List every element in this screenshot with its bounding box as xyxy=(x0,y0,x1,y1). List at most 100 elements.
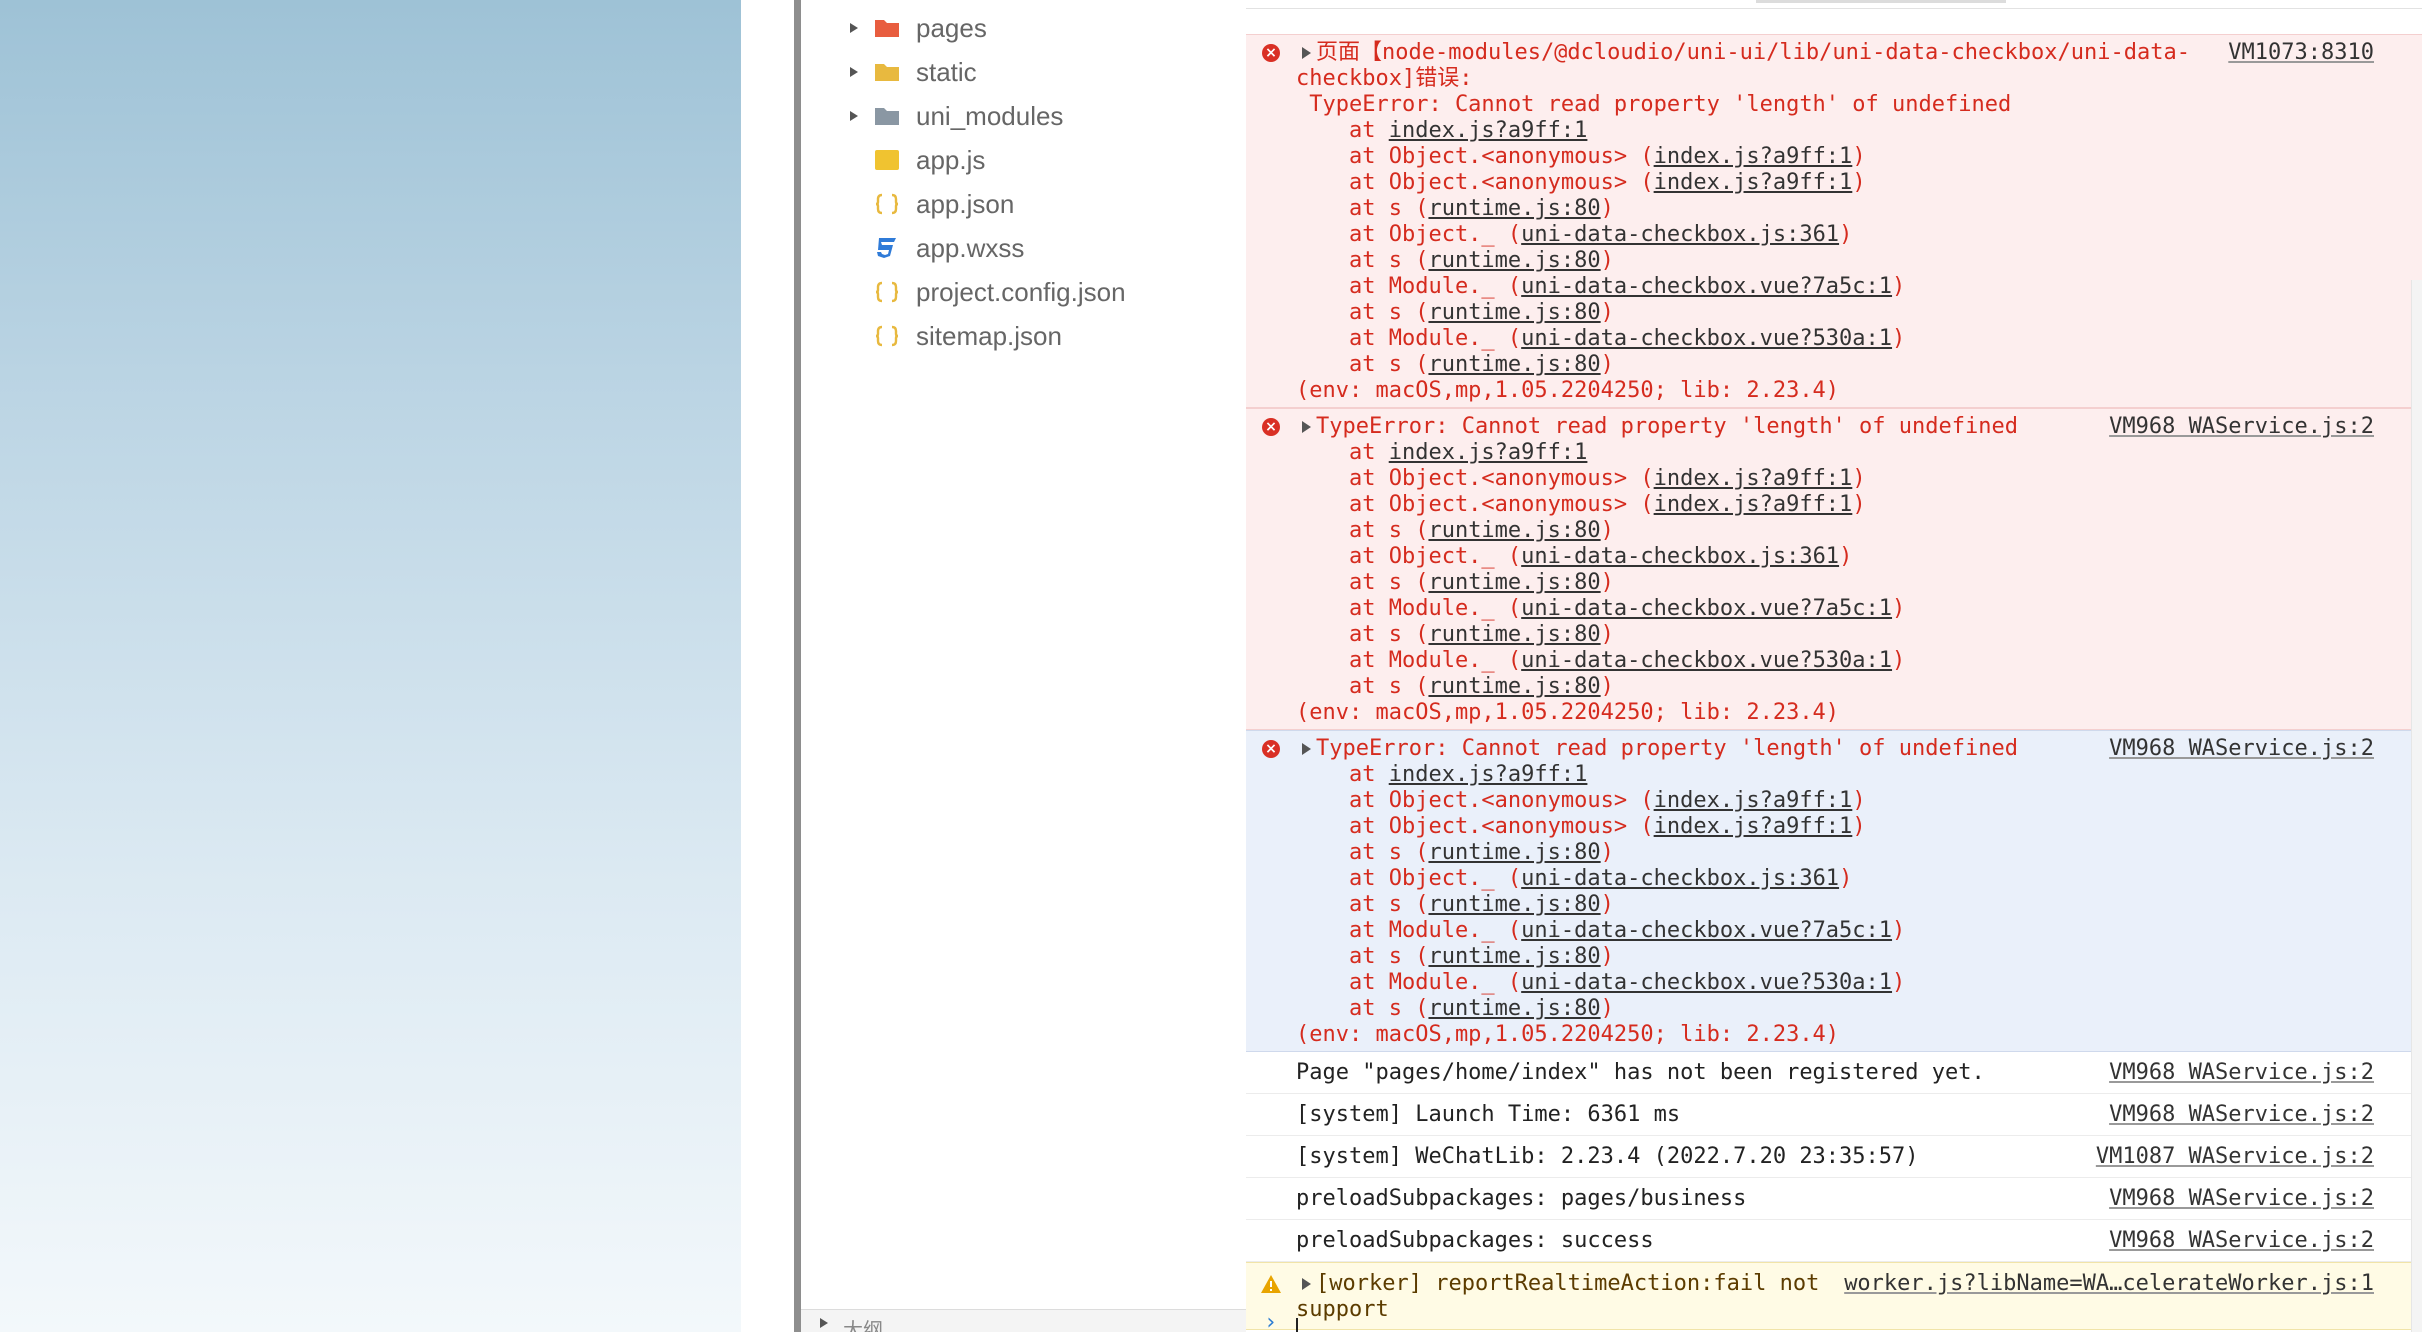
console-line: checkbox]错误: xyxy=(1296,66,1473,91)
chevron-right-icon[interactable] xyxy=(847,21,861,35)
console-line: at index.js?a9ff:1 xyxy=(1296,118,1588,143)
source-link[interactable]: VM1073:8310 xyxy=(2228,40,2374,66)
stack-frame-link[interactable]: runtime.js:80 xyxy=(1428,622,1600,647)
resize-handle[interactable] xyxy=(1756,0,2006,3)
console-line: at s (runtime.js:80) xyxy=(1296,996,1614,1021)
console-line: TypeError: Cannot read property 'length'… xyxy=(1316,414,2018,439)
folder-icon xyxy=(873,58,901,86)
console-error-message[interactable]: × TypeError: Cannot read property 'length… xyxy=(1246,408,2422,730)
tree-item-app-wxss[interactable]: app.wxss xyxy=(801,226,1246,270)
simulator-preview[interactable] xyxy=(0,0,741,1332)
console-log-message[interactable]: preloadSubpackages: pages/business VM968 … xyxy=(1246,1178,2422,1220)
source-link[interactable]: VM1087 WAService.js:2 xyxy=(2096,1144,2374,1170)
console-error-message[interactable]: × 页面【node-modules/@dcloudio/uni-ui/lib/un… xyxy=(1246,34,2422,408)
source-link[interactable]: worker.js?libName=WA…celerateWorker.js:1 xyxy=(1844,1271,2374,1297)
source-link[interactable]: VM968 WAService.js:2 xyxy=(2109,1060,2374,1086)
stack-frame-link[interactable]: index.js?a9ff:1 xyxy=(1389,762,1588,787)
error-icon: × xyxy=(1262,740,1280,758)
stack-frame-link[interactable]: index.js?a9ff:1 xyxy=(1654,144,1853,169)
stack-frame-link[interactable]: uni-data-checkbox.vue?7a5c:1 xyxy=(1521,274,1892,299)
console-line: at Object._ (uni-data-checkbox.js:361) xyxy=(1296,544,1853,569)
console-line: at s (runtime.js:80) xyxy=(1296,352,1614,377)
tree-item-label: project.config.json xyxy=(916,276,1126,307)
console-panel: × 页面【node-modules/@dcloudio/uni-ui/lib/un… xyxy=(1246,0,2422,1332)
console-log-message[interactable]: Page "pages/home/index" has not been reg… xyxy=(1246,1052,2422,1094)
source-link[interactable]: VM968 WAService.js:2 xyxy=(2109,414,2374,440)
source-link[interactable]: VM968 WAService.js:2 xyxy=(2109,1102,2374,1128)
console-log-message[interactable]: [system] Launch Time: 6361 ms VM968 WASer… xyxy=(1246,1094,2422,1136)
stack-frame-link[interactable]: index.js?a9ff:1 xyxy=(1654,814,1853,839)
console-line: (env: macOS,mp,1.05.2204250; lib: 2.23.4… xyxy=(1296,378,1840,403)
stack-frame-link[interactable]: runtime.js:80 xyxy=(1428,248,1600,273)
console-log-message[interactable]: [system] WeChatLib: 2.23.4 (2022.7.20 23… xyxy=(1246,1136,2422,1178)
stack-frame-link[interactable]: runtime.js:80 xyxy=(1428,892,1600,917)
chevron-right-icon[interactable] xyxy=(847,65,861,79)
console-line: at s (runtime.js:80) xyxy=(1296,518,1614,543)
tree-item-label: pages xyxy=(916,12,987,43)
text-caret xyxy=(1296,1318,1298,1332)
stack-frame-link[interactable]: index.js?a9ff:1 xyxy=(1654,788,1853,813)
tree-item-pages[interactable]: pages xyxy=(801,6,1246,50)
console-line: at s (runtime.js:80) xyxy=(1296,674,1614,699)
console-line: at Module._ (uni-data-checkbox.vue?530a:… xyxy=(1296,326,1906,351)
tree-item-static[interactable]: static xyxy=(801,50,1246,94)
expand-triangle-icon[interactable] xyxy=(1302,47,1311,59)
stack-frame-link[interactable]: index.js?a9ff:1 xyxy=(1389,440,1588,465)
stack-frame-link[interactable]: uni-data-checkbox.vue?530a:1 xyxy=(1521,326,1892,351)
stack-frame-link[interactable]: runtime.js:80 xyxy=(1428,518,1600,543)
stack-frame-link[interactable]: uni-data-checkbox.js:361 xyxy=(1521,866,1839,891)
source-link[interactable]: VM968 WAService.js:2 xyxy=(2109,1228,2374,1254)
stack-frame-link[interactable]: uni-data-checkbox.vue?530a:1 xyxy=(1521,970,1892,995)
console-line: at s (runtime.js:80) xyxy=(1296,892,1614,917)
console-scrollbar[interactable] xyxy=(2411,280,2422,1332)
stack-frame-link[interactable]: runtime.js:80 xyxy=(1428,352,1600,377)
stack-frame-link[interactable]: index.js?a9ff:1 xyxy=(1654,466,1853,491)
console-line: preloadSubpackages: pages/business xyxy=(1296,1186,1747,1211)
console-line: [system] WeChatLib: 2.23.4 (2022.7.20 23… xyxy=(1296,1144,1919,1169)
console-prompt[interactable]: › xyxy=(1246,1310,2422,1332)
tree-item-sitemap-json[interactable]: sitemap.json xyxy=(801,314,1246,358)
stack-frame-link[interactable]: runtime.js:80 xyxy=(1428,300,1600,325)
stack-frame-link[interactable]: index.js?a9ff:1 xyxy=(1654,492,1853,517)
stack-frame-link[interactable]: runtime.js:80 xyxy=(1428,996,1600,1021)
expand-triangle-icon[interactable] xyxy=(1302,743,1311,755)
tree-item-app-js[interactable]: app.js xyxy=(801,138,1246,182)
tree-item-label: app.wxss xyxy=(916,232,1025,263)
console-error-message[interactable]: × TypeError: Cannot read property 'length… xyxy=(1246,730,2422,1052)
stack-frame-link[interactable]: runtime.js:80 xyxy=(1428,196,1600,221)
stack-frame-link[interactable]: uni-data-checkbox.js:361 xyxy=(1521,544,1839,569)
console-line: [worker] reportRealtimeAction:fail not xyxy=(1316,1271,1820,1296)
stack-frame-link[interactable]: uni-data-checkbox.vue?7a5c:1 xyxy=(1521,596,1892,621)
stack-frame-link[interactable]: uni-data-checkbox.js:361 xyxy=(1521,222,1839,247)
tree-item-uni-modules[interactable]: uni_modules xyxy=(801,94,1246,138)
stack-frame-link[interactable]: runtime.js:80 xyxy=(1428,840,1600,865)
stack-frame-link[interactable]: uni-data-checkbox.vue?530a:1 xyxy=(1521,648,1892,673)
tree-item-label: uni_modules xyxy=(916,100,1064,131)
stack-frame-link[interactable]: runtime.js:80 xyxy=(1428,674,1600,699)
chevron-right-icon[interactable] xyxy=(847,109,861,123)
stack-frame-link[interactable]: uni-data-checkbox.vue?7a5c:1 xyxy=(1521,918,1892,943)
error-icon: × xyxy=(1262,44,1280,62)
expand-triangle-icon[interactable] xyxy=(1302,421,1311,433)
tree-item-project-config-json[interactable]: project.config.json xyxy=(801,270,1246,314)
console-line: at s (runtime.js:80) xyxy=(1296,840,1614,865)
stack-frame-link[interactable]: index.js?a9ff:1 xyxy=(1389,118,1588,143)
source-link[interactable]: VM968 WAService.js:2 xyxy=(2109,1186,2374,1212)
stack-frame-link[interactable]: runtime.js:80 xyxy=(1428,944,1600,969)
console-line: at Object.<anonymous> (index.js?a9ff:1) xyxy=(1296,492,1866,517)
console-line: at Module._ (uni-data-checkbox.vue?7a5c:… xyxy=(1296,918,1906,943)
console-line: (env: macOS,mp,1.05.2204250; lib: 2.23.4… xyxy=(1296,1022,1840,1047)
console-log-message[interactable]: preloadSubpackages: success VM968 WAServi… xyxy=(1246,1220,2422,1262)
pane-splitter[interactable] xyxy=(794,0,801,1332)
stack-frame-link[interactable]: runtime.js:80 xyxy=(1428,570,1600,595)
chevron-right-icon xyxy=(817,1316,831,1330)
css-file-icon xyxy=(873,234,901,262)
console-line: at s (runtime.js:80) xyxy=(1296,622,1614,647)
outline-panel-header[interactable]: 大纲 xyxy=(801,1309,1246,1332)
console-line: at Module._ (uni-data-checkbox.vue?530a:… xyxy=(1296,648,1906,673)
expand-triangle-icon[interactable] xyxy=(1302,1278,1311,1290)
stack-frame-link[interactable]: index.js?a9ff:1 xyxy=(1654,170,1853,195)
console-line: at s (runtime.js:80) xyxy=(1296,300,1614,325)
tree-item-app-json[interactable]: app.json xyxy=(801,182,1246,226)
source-link[interactable]: VM968 WAService.js:2 xyxy=(2109,736,2374,762)
